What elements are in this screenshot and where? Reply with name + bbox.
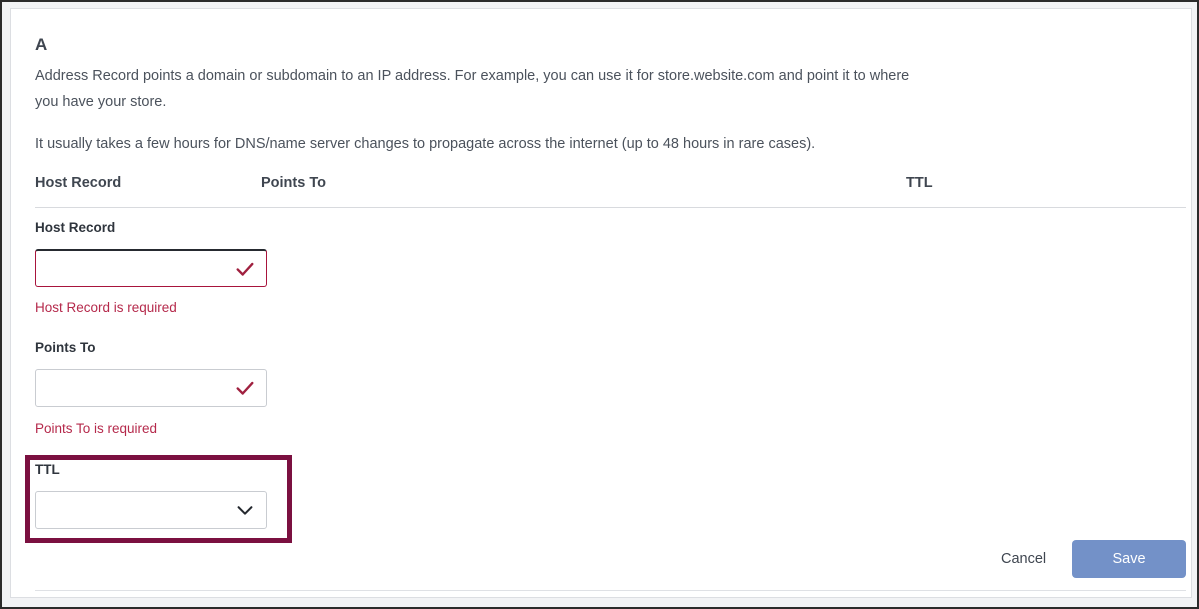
- dns-record-card: A Address Record points a domain or subd…: [10, 8, 1192, 598]
- check-icon: [234, 377, 256, 399]
- screenshot-frame: A Address Record points a domain or subd…: [0, 0, 1199, 609]
- points-to-label: Points To: [35, 340, 96, 355]
- column-header-host-record: Host Record: [35, 175, 122, 191]
- record-description: Address Record points a domain or subdom…: [35, 68, 910, 110]
- column-header-points-to: Points To: [261, 175, 326, 191]
- points-to-input[interactable]: [35, 369, 267, 407]
- points-to-error-message: Points To is required: [35, 421, 158, 436]
- footer-divider: [35, 590, 1186, 591]
- host-record-error-message: Host Record is required: [35, 300, 177, 315]
- chevron-down-icon: [234, 499, 256, 521]
- column-header-divider: [35, 207, 1186, 208]
- host-record-label: Host Record: [35, 220, 116, 235]
- column-header-ttl: TTL: [906, 175, 933, 191]
- record-type-heading: A: [35, 35, 48, 54]
- column-header-row: Host Record Points To TTL: [11, 175, 1191, 211]
- ttl-label: TTL: [35, 462, 60, 477]
- ttl-select[interactable]: [35, 491, 267, 529]
- cancel-button[interactable]: Cancel: [995, 547, 1052, 571]
- save-button[interactable]: Save: [1072, 540, 1186, 578]
- check-icon: [234, 258, 256, 280]
- host-record-input[interactable]: [35, 249, 267, 287]
- record-propagation-note: It usually takes a few hours for DNS/nam…: [35, 136, 816, 152]
